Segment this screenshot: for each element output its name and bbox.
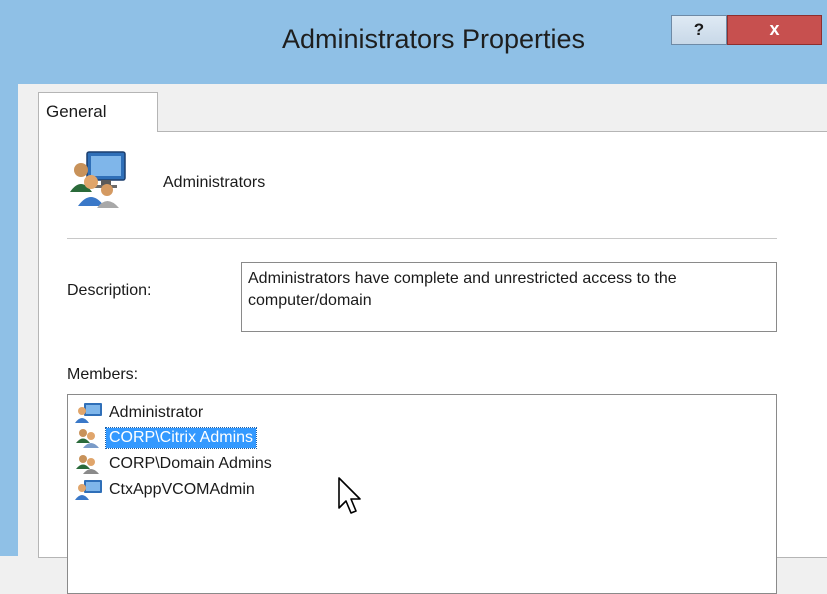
- group-icon: [76, 455, 99, 474]
- close-button[interactable]: x: [727, 15, 822, 45]
- window-frame: Administrators Properties ? x General Ad…: [0, 0, 827, 594]
- description-field[interactable]: Administrators have complete and unrestr…: [241, 262, 777, 332]
- divider: [67, 238, 777, 239]
- group-name: Administrators: [163, 174, 266, 191]
- dialog-client-area: General Administrators Description: Admi…: [18, 84, 827, 594]
- member-name: Administrator: [109, 404, 204, 421]
- description-label: Description:: [67, 282, 152, 299]
- mouse-cursor-icon: [338, 477, 361, 514]
- list-item[interactable]: Administrator: [74, 401, 206, 425]
- members-list[interactable]: Administrator CORP\Citrix Admins CORP\Do…: [67, 394, 777, 594]
- users-group-icon: [70, 151, 126, 208]
- title-bar[interactable]: Administrators Properties ? x: [0, 0, 827, 84]
- member-name: CORP\Domain Admins: [109, 455, 272, 472]
- member-name: CORP\Citrix Admins: [104, 427, 258, 449]
- group-icon: [76, 429, 99, 448]
- member-name: CtxAppVCOMAdmin: [109, 481, 255, 498]
- list-item[interactable]: CORP\Domain Admins: [74, 452, 275, 476]
- help-button[interactable]: ?: [671, 15, 727, 45]
- user-icon: [75, 480, 102, 500]
- user-icon: [75, 403, 102, 423]
- list-item[interactable]: CtxAppVCOMAdmin: [74, 478, 258, 502]
- list-item-selected[interactable]: CORP\Citrix Admins: [74, 426, 258, 450]
- members-label: Members:: [67, 366, 139, 383]
- general-panel: Administrators Description: Administrato…: [38, 131, 827, 594]
- tab-general[interactable]: General: [38, 92, 158, 132]
